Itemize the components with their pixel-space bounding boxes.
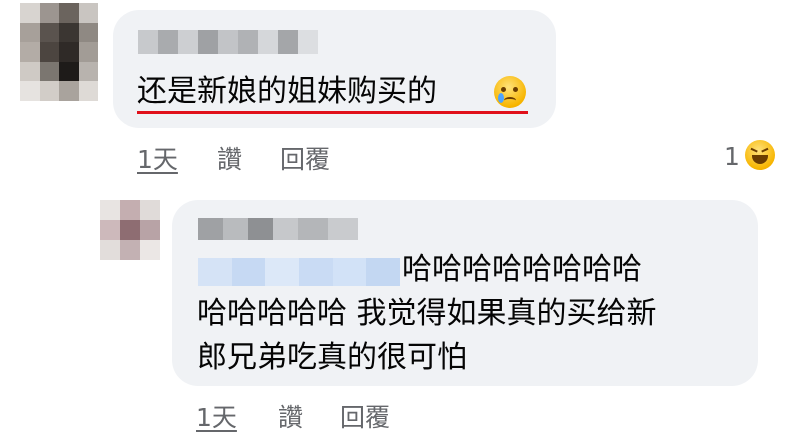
mention-tag-blurred[interactable] bbox=[198, 258, 400, 286]
highlight-underline bbox=[137, 111, 528, 114]
reply-button[interactable]: 回覆 bbox=[280, 140, 330, 176]
reply-text-line1: 哈哈哈哈哈哈哈哈 bbox=[402, 252, 642, 287]
reply-button[interactable]: 回覆 bbox=[340, 398, 390, 434]
reply-text-line3: 郎兄弟吃真的很可怕 bbox=[197, 340, 467, 375]
reply-avatar[interactable] bbox=[100, 200, 160, 260]
timestamp-link[interactable]: 1天 bbox=[137, 140, 178, 176]
laughing-face-icon bbox=[745, 140, 775, 170]
like-button[interactable]: 讚 bbox=[278, 398, 303, 434]
comment-text: 还是新娘的姐妹购买的 bbox=[137, 74, 437, 109]
avatar[interactable] bbox=[20, 3, 98, 101]
reaction-count: 1 bbox=[724, 142, 740, 171]
crying-face-icon bbox=[494, 76, 526, 108]
like-button[interactable]: 讚 bbox=[217, 140, 242, 176]
reply-text-line2: 哈哈哈哈哈 我觉得如果真的买给新 bbox=[197, 296, 657, 331]
replier-name-blurred-2[interactable] bbox=[298, 218, 358, 240]
commenter-name-blurred[interactable] bbox=[138, 30, 318, 54]
comment-actions: 1天 讚 回覆 bbox=[137, 140, 457, 174]
reply-actions: 1天 讚 回覆 bbox=[196, 398, 516, 432]
timestamp-link[interactable]: 1天 bbox=[196, 398, 237, 434]
reaction-summary[interactable]: 1 bbox=[722, 140, 782, 172]
